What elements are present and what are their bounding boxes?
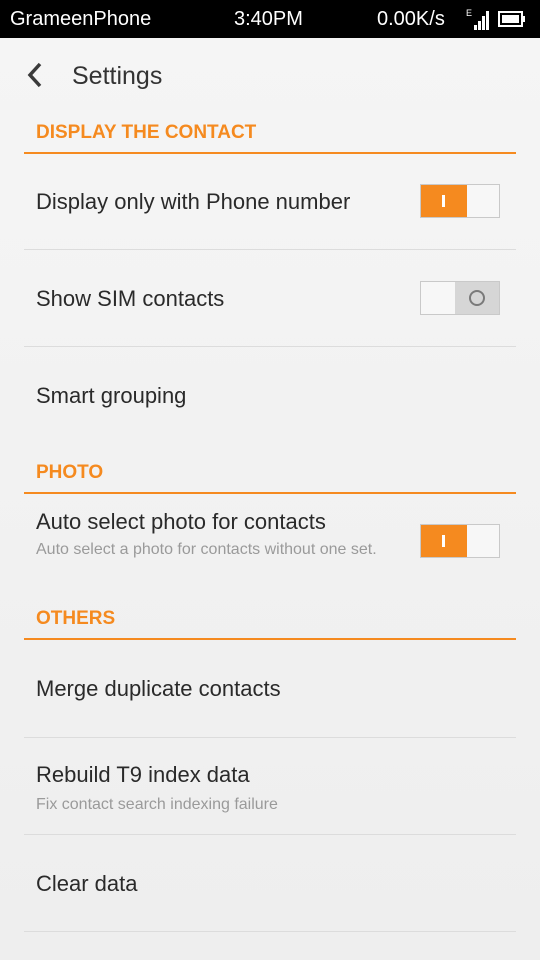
setting-rebuild-t9[interactable]: Rebuild T9 index data Fix contact search… [24, 738, 516, 835]
carrier-name: GrameenPhone [10, 8, 152, 30]
setting-label: Auto select photo for contacts [36, 509, 326, 534]
setting-label: Show SIM contacts [36, 286, 225, 311]
setting-description: Fix contact search indexing failure [36, 796, 278, 813]
section-header-display: DISPLAY THE CONTACT [24, 114, 516, 154]
setting-description: Auto select a photo for contacts without… [36, 541, 377, 558]
section-title: PHOTO [36, 462, 104, 483]
setting-label: Clear data [36, 871, 138, 896]
setting-label: Smart grouping [36, 383, 187, 408]
setting-smart-grouping[interactable]: Smart grouping [24, 347, 516, 443]
setting-merge-duplicates[interactable]: Merge duplicate contacts [24, 639, 516, 738]
network-type-label: E [466, 8, 472, 18]
section-title: DISPLAY THE CONTACT [36, 122, 257, 143]
setting-display-only-phone[interactable]: Display only with Phone number [24, 153, 516, 250]
network-speed: 0.00K/s [377, 8, 445, 30]
section-header-photo: PHOTO [24, 454, 516, 494]
setting-clear-data[interactable]: Clear data [24, 835, 516, 932]
setting-label: Merge duplicate contacts [36, 676, 281, 701]
signal-icon: E [466, 8, 489, 30]
auto-photo-toggle[interactable] [420, 524, 500, 558]
setting-auto-select-photo[interactable]: Auto select photo for contacts Auto sele… [24, 493, 516, 593]
back-arrow-icon[interactable] [24, 60, 48, 90]
page-title: Settings [72, 62, 163, 90]
show-sim-toggle[interactable] [420, 281, 500, 315]
clock: 3:40PM [234, 8, 303, 30]
app-header: Settings [0, 38, 540, 114]
setting-show-sim-contacts[interactable]: Show SIM contacts [24, 250, 516, 347]
setting-label: Display only with Phone number [36, 189, 351, 214]
status-bar: GrameenPhone 3:40PM 0.00K/s E [0, 0, 540, 38]
setting-label: Rebuild T9 index data [36, 762, 250, 787]
display-phone-toggle[interactable] [420, 184, 500, 218]
settings-screen: Settings DISPLAY THE CONTACT Display onl… [0, 38, 540, 960]
battery-icon [498, 11, 525, 27]
section-header-others: OTHERS [24, 600, 516, 640]
section-title: OTHERS [36, 608, 116, 629]
